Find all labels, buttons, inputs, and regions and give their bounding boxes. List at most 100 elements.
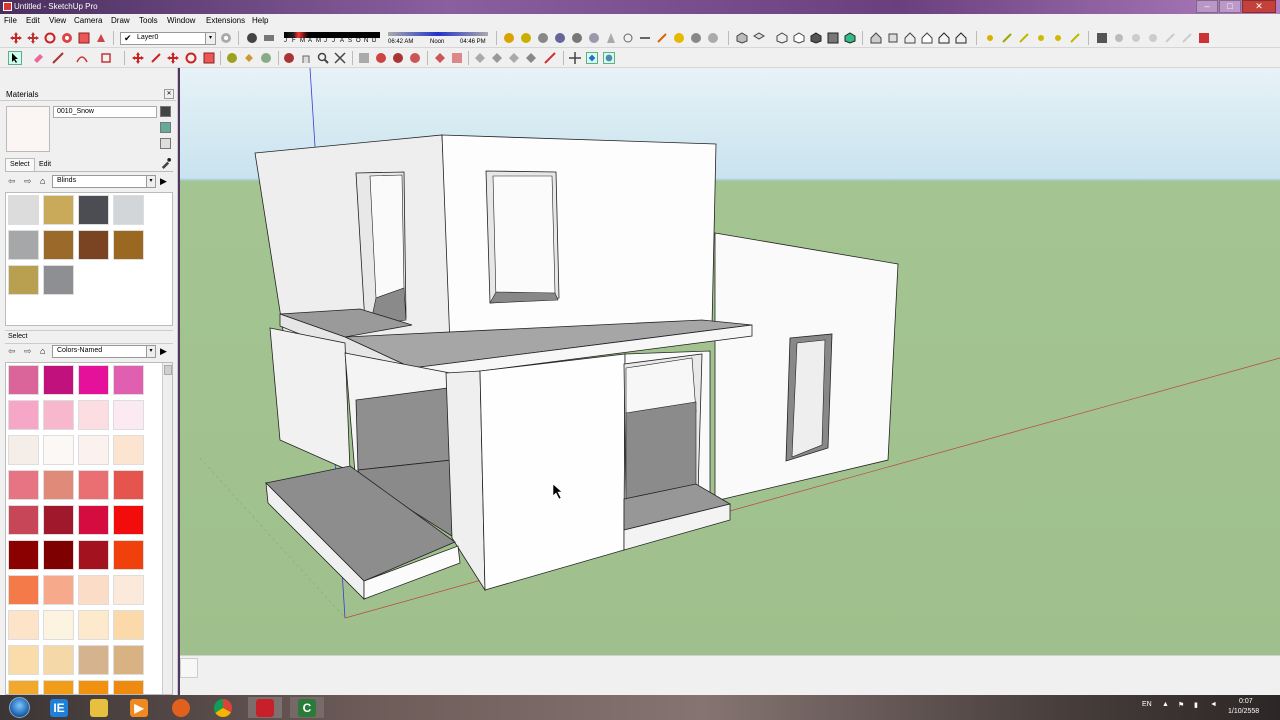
- follow-me-tool-icon[interactable]: [150, 52, 162, 64]
- rotate-icon[interactable]: [44, 32, 56, 44]
- home-icon[interactable]: ⌂: [40, 176, 45, 186]
- x-ray-icon[interactable]: [358, 52, 370, 64]
- color-swatch[interactable]: [43, 470, 74, 500]
- orbit-icon[interactable]: [673, 32, 685, 44]
- scale-tool-icon[interactable]: [203, 52, 215, 64]
- swatch-scrollbar[interactable]: [162, 363, 172, 694]
- style-c-icon[interactable]: [525, 52, 537, 64]
- zoom-tool-icon[interactable]: [317, 52, 329, 64]
- material-swatch[interactable]: [78, 195, 109, 225]
- stamp-icon[interactable]: [537, 32, 549, 44]
- subtract-icon[interactable]: [1147, 32, 1159, 44]
- color-swatch[interactable]: [43, 365, 74, 395]
- color-swatch[interactable]: [43, 645, 74, 675]
- color-swatch[interactable]: [8, 540, 39, 570]
- material-swatch[interactable]: [113, 195, 144, 225]
- menu-tools[interactable]: Tools: [139, 16, 158, 25]
- tape-measure-icon[interactable]: [226, 52, 238, 64]
- clock-time[interactable]: 0:07: [1239, 698, 1253, 705]
- union-icon[interactable]: [1130, 32, 1142, 44]
- paint-active-icon[interactable]: [586, 52, 598, 64]
- color-swatch[interactable]: [78, 680, 109, 694]
- back-edges-icon[interactable]: [375, 52, 387, 64]
- intersect-icon[interactable]: [1113, 32, 1125, 44]
- material-swatch[interactable]: [43, 195, 74, 225]
- color-swatch[interactable]: [78, 505, 109, 535]
- details-arrow-icon[interactable]: ▶: [160, 346, 167, 357]
- color-swatch[interactable]: [8, 505, 39, 535]
- text-tool-icon[interactable]: [260, 52, 272, 64]
- tab-select[interactable]: Select: [5, 158, 35, 171]
- color-swatch[interactable]: [113, 470, 144, 500]
- menu-camera[interactable]: Camera: [74, 16, 102, 25]
- style-d-icon[interactable]: [544, 52, 556, 64]
- color-swatch[interactable]: [43, 435, 74, 465]
- taskbar-firefox[interactable]: [164, 697, 198, 718]
- component-icon[interactable]: [904, 32, 916, 44]
- flag-icon[interactable]: ⚑: [1178, 701, 1184, 709]
- back-arrow-icon[interactable]: ⇦: [8, 176, 16, 187]
- orbit-tool-icon[interactable]: [283, 52, 295, 64]
- color-swatch[interactable]: [43, 400, 74, 430]
- color-swatch[interactable]: [113, 400, 144, 430]
- scrollbar-thumb[interactable]: [164, 365, 172, 375]
- color-swatch[interactable]: [8, 680, 39, 694]
- color-swatch[interactable]: [78, 365, 109, 395]
- color-swatch[interactable]: [43, 505, 74, 535]
- tape-icon[interactable]: [1001, 32, 1013, 44]
- color-swatch[interactable]: [78, 470, 109, 500]
- color-swatch[interactable]: [8, 435, 39, 465]
- color-swatch[interactable]: [78, 540, 109, 570]
- close-icon[interactable]: ✕: [164, 89, 174, 99]
- color-swatch[interactable]: [113, 540, 144, 570]
- pencil-line-icon[interactable]: [52, 52, 64, 64]
- house-outline-icon[interactable]: [955, 32, 967, 44]
- arc-icon[interactable]: [76, 52, 88, 64]
- zoom-extents-icon[interactable]: [334, 52, 346, 64]
- time-slider-track[interactable]: [388, 32, 488, 36]
- back-view-icon[interactable]: [810, 32, 822, 44]
- section-plane-icon[interactable]: [656, 32, 668, 44]
- look-around-icon[interactable]: [639, 32, 651, 44]
- material-name-field[interactable]: 0010_Snow: [53, 106, 157, 118]
- taskbar-chrome[interactable]: [206, 697, 240, 718]
- rectangle-icon[interactable]: [100, 52, 112, 64]
- house-model[interactable]: [180, 68, 1280, 655]
- share-model-icon[interactable]: [887, 32, 899, 44]
- follow-me-icon[interactable]: [61, 32, 73, 44]
- rotate-tool-icon[interactable]: [185, 52, 197, 64]
- color-swatch[interactable]: [113, 435, 144, 465]
- style-a-icon[interactable]: [491, 52, 503, 64]
- drape-icon[interactable]: [554, 32, 566, 44]
- sample-paint-icon[interactable]: [603, 52, 615, 64]
- home-icon[interactable]: ⌂: [40, 346, 45, 356]
- color-swatch[interactable]: [8, 610, 39, 640]
- front-view-icon[interactable]: [776, 32, 788, 44]
- ruby-console-icon[interactable]: [1198, 32, 1210, 44]
- select-arrow-icon[interactable]: [8, 51, 22, 65]
- color-swatch[interactable]: [78, 645, 109, 675]
- color-swatch[interactable]: [43, 540, 74, 570]
- create-material-icon[interactable]: [160, 122, 171, 133]
- text-icon[interactable]: [1035, 32, 1047, 44]
- library-dropdown-bottom[interactable]: Colors-Named ▾: [52, 345, 156, 358]
- drawing-viewport[interactable]: [180, 68, 1280, 655]
- color-swatch[interactable]: [113, 645, 144, 675]
- sandbox-icon[interactable]: [503, 32, 515, 44]
- menu-window[interactable]: Window: [167, 16, 195, 25]
- pan-icon[interactable]: [690, 32, 702, 44]
- extension-warehouse-icon[interactable]: [921, 32, 933, 44]
- menu-extensions[interactable]: Extensions: [206, 16, 245, 25]
- color-swatch[interactable]: [8, 470, 39, 500]
- move-tool-icon[interactable]: [167, 52, 179, 64]
- color-swatch[interactable]: [113, 680, 144, 694]
- fog-icon[interactable]: [263, 32, 275, 44]
- shaded-view-icon[interactable]: [844, 32, 856, 44]
- style-b-icon[interactable]: [508, 52, 520, 64]
- taskbar-media[interactable]: ▶: [122, 697, 156, 718]
- paint-bucket-icon[interactable]: [243, 52, 255, 64]
- start-button[interactable]: [2, 695, 38, 720]
- taskbar-camtasia[interactable]: C: [290, 697, 324, 718]
- chevron-down-icon[interactable]: ▾: [146, 346, 155, 357]
- color-swatch[interactable]: [43, 680, 74, 694]
